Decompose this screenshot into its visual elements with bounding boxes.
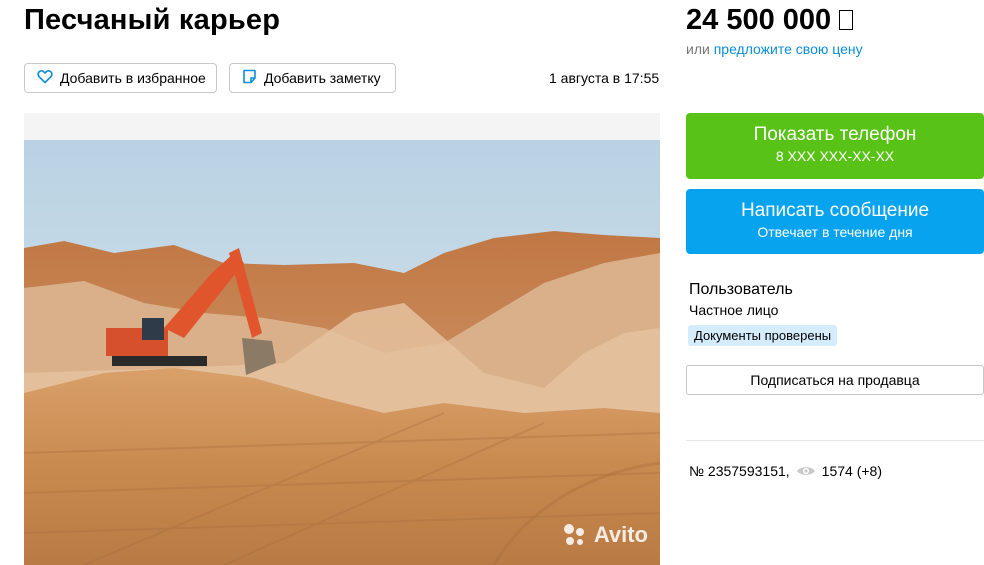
add-note-label: Добавить заметку — [264, 70, 381, 86]
avito-watermark: Avito — [560, 521, 648, 549]
masked-phone: 8 XXX XXX-XX-XX — [775, 148, 895, 164]
show-phone-button[interactable]: Показать телефон 8 XXX XXX-XX-XX — [686, 113, 984, 179]
show-phone-label: Показать телефон — [753, 124, 917, 145]
watermark-text: Avito — [593, 522, 648, 547]
offer-price-link[interactable]: предложите свою цену — [714, 41, 863, 57]
offer-prefix: или — [686, 41, 710, 57]
listing-id: № 2357593151, — [689, 463, 790, 479]
add-to-favorites-label: Добавить в избранное — [60, 70, 206, 86]
heart-icon — [37, 69, 53, 87]
avito-logo-icon — [560, 521, 588, 549]
write-message-label: Написать сообщение — [740, 200, 930, 221]
divider — [686, 440, 984, 441]
views-count: 1574 (+8) — [821, 463, 882, 479]
price-value: 24 500 000 — [686, 4, 832, 36]
quarry-photo — [24, 113, 660, 565]
documents-verified-badge: Документы проверены — [688, 325, 838, 346]
note-icon — [242, 69, 257, 87]
listing-meta: № 2357593151, 1574 (+8) — [689, 463, 882, 479]
listing-photo[interactable]: Avito — [24, 113, 660, 565]
page-title: Песчаный карьер — [24, 4, 281, 36]
ruble-icon — [839, 10, 854, 30]
seller-type: Частное лицо — [689, 302, 779, 318]
add-to-favorites-button[interactable]: Добавить в избранное — [24, 63, 217, 93]
eye-icon — [796, 465, 816, 477]
price-offer: или предложите свою цену — [686, 41, 863, 57]
seller-name[interactable]: Пользователь — [689, 281, 793, 299]
subscribe-seller-button[interactable]: Подписаться на продавца — [686, 365, 984, 395]
write-message-button[interactable]: Написать сообщение Отвечает в течение дн… — [686, 189, 984, 254]
response-time: Отвечает в течение дня — [757, 224, 913, 240]
price: 24 500 000 — [686, 4, 854, 37]
add-note-button[interactable]: Добавить заметку — [229, 63, 396, 93]
publish-date: 1 августа в 17:55 — [549, 70, 660, 86]
